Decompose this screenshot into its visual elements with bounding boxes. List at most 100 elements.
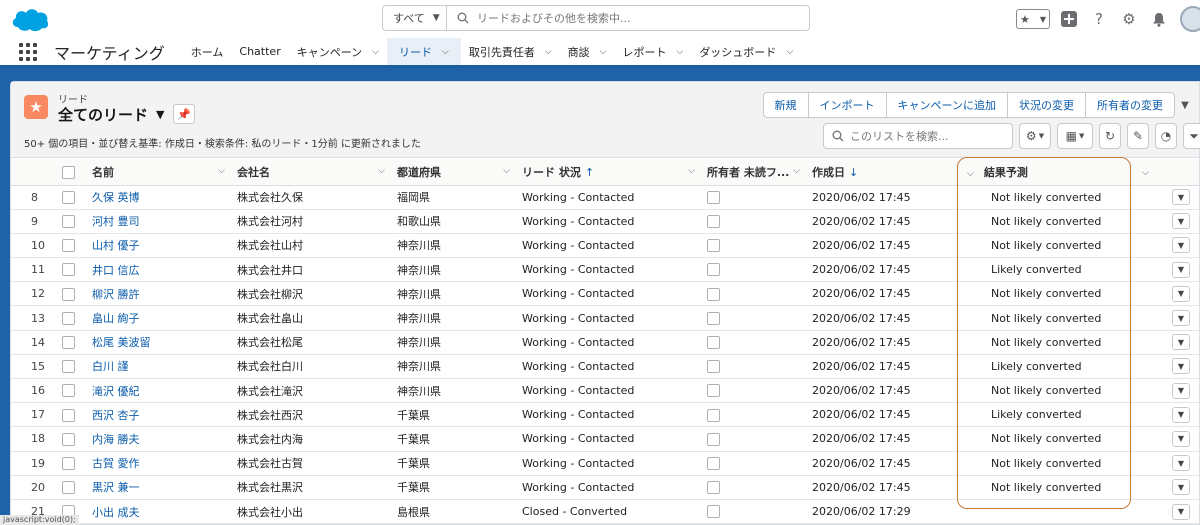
refresh-button[interactable]: ↻ bbox=[1099, 123, 1121, 149]
row-action-menu-button[interactable]: ▼ bbox=[1172, 334, 1190, 351]
lead-name-link[interactable]: 畠山 絢子 bbox=[86, 305, 231, 331]
row-select-cell bbox=[56, 209, 86, 234]
charts-button[interactable]: ◔ bbox=[1155, 123, 1177, 149]
row-checkbox[interactable] bbox=[62, 384, 75, 398]
avatar[interactable] bbox=[1180, 6, 1200, 32]
global-create-button[interactable] bbox=[1058, 8, 1080, 30]
lead-name-link[interactable]: 白川 謹 bbox=[86, 354, 231, 380]
notifications-button[interactable] bbox=[1148, 8, 1170, 30]
chevron-down-icon[interactable]: ⌵ bbox=[378, 166, 385, 176]
chevron-down-icon[interactable]: ⌵ bbox=[676, 47, 683, 57]
header-owner-unread[interactable]: 所有者 未読フ... ⌵ bbox=[701, 159, 806, 186]
row-checkbox[interactable] bbox=[62, 311, 75, 325]
lead-name-link[interactable]: 松尾 美波留 bbox=[86, 330, 231, 355]
filter-button[interactable]: ⏷ bbox=[1183, 123, 1200, 149]
app-launcher-button[interactable] bbox=[8, 38, 48, 65]
favorites-button[interactable]: ★ ▼ bbox=[1016, 9, 1050, 29]
nav-item-campaigns[interactable]: キャンペーン ⌵ bbox=[289, 38, 387, 65]
help-button[interactable]: ? bbox=[1088, 8, 1110, 30]
lead-name-link[interactable]: 滝沢 優紀 bbox=[86, 378, 231, 404]
header-prefecture[interactable]: 都道府県 ⌵ bbox=[391, 159, 516, 186]
chevron-down-icon[interactable]: ⌵ bbox=[442, 47, 449, 57]
row-action-menu-button[interactable]: ▼ bbox=[1172, 503, 1190, 520]
pin-list-view-button[interactable]: 📌 bbox=[173, 104, 195, 124]
list-search-input[interactable] bbox=[850, 129, 1000, 143]
lead-name-link[interactable]: 黒沢 兼一 bbox=[86, 475, 231, 500]
list-settings-button[interactable]: ⚙ ▼ bbox=[1019, 123, 1051, 149]
edit-list-button[interactable]: ✎ bbox=[1127, 123, 1149, 149]
chevron-down-icon[interactable]: ⌵ bbox=[503, 166, 510, 176]
row-checkbox[interactable] bbox=[62, 408, 75, 422]
row-checkbox[interactable] bbox=[62, 215, 75, 229]
chevron-down-icon[interactable]: ⌵ bbox=[545, 47, 552, 57]
chevron-down-icon[interactable]: ⌵ bbox=[1142, 168, 1149, 178]
row-checkbox[interactable] bbox=[62, 190, 75, 204]
row-checkbox[interactable] bbox=[62, 335, 75, 349]
change-status-button[interactable]: 状況の変更 bbox=[1007, 92, 1086, 118]
nav-item-chatter[interactable]: Chatter bbox=[231, 38, 288, 65]
lead-name-link[interactable]: 柳沢 勝許 bbox=[86, 281, 231, 307]
global-search-input[interactable] bbox=[477, 11, 777, 25]
chevron-down-icon[interactable]: ⌵ bbox=[967, 169, 974, 179]
search-scope-select[interactable]: すべて ▼ bbox=[383, 6, 447, 30]
lead-name-link[interactable]: 西沢 杏子 bbox=[86, 402, 231, 428]
row-checkbox[interactable] bbox=[62, 360, 75, 374]
lead-name-link[interactable]: 山村 優子 bbox=[86, 233, 231, 259]
table-header-row: 名前 ⌵ 会社名 ⌵ 都道府県 ⌵ リード 状況 ↑ ⌵ 所有者 未読フ... ⌵ 作成日 ↓… bbox=[11, 159, 1199, 186]
lead-name-link[interactable]: 久保 英博 bbox=[86, 185, 231, 210]
change-owner-button[interactable]: 所有者の変更 bbox=[1085, 92, 1175, 118]
row-action-menu-button[interactable]: ▼ bbox=[1172, 261, 1190, 278]
row-checkbox[interactable] bbox=[62, 239, 75, 253]
row-checkbox[interactable] bbox=[62, 287, 75, 301]
row-checkbox[interactable] bbox=[62, 432, 75, 446]
nav-item-leads[interactable]: リード ⌵ bbox=[387, 38, 461, 68]
lead-name-link[interactable]: 内海 勝夫 bbox=[86, 426, 231, 452]
row-action-menu-button[interactable]: ▼ bbox=[1172, 479, 1190, 496]
row-action-menu-button[interactable]: ▼ bbox=[1172, 310, 1190, 327]
lead-name-link[interactable]: 河村 豊司 bbox=[86, 209, 231, 234]
row-checkbox[interactable] bbox=[62, 481, 75, 495]
chevron-down-icon[interactable]: ⌵ bbox=[372, 47, 379, 57]
chevron-down-icon[interactable]: ⌵ bbox=[600, 47, 607, 57]
row-action-menu-button[interactable]: ▼ bbox=[1172, 430, 1190, 447]
import-button[interactable]: インポート bbox=[807, 92, 887, 118]
display-as-button[interactable]: ▦ ▼ bbox=[1057, 123, 1093, 149]
row-checkbox[interactable] bbox=[62, 263, 75, 277]
nav-item-dashboards[interactable]: ダッシュボード ⌵ bbox=[691, 38, 801, 65]
nav-item-reports[interactable]: レポート ⌵ bbox=[614, 38, 691, 65]
header-prediction[interactable]: ⌵ 結果予測 bbox=[961, 159, 1136, 186]
row-checkbox[interactable] bbox=[62, 456, 75, 470]
chevron-down-icon[interactable]: ⌵ bbox=[218, 166, 225, 176]
add-to-campaign-button[interactable]: キャンペーンに追加 bbox=[885, 92, 1008, 118]
row-action-menu-button[interactable]: ▼ bbox=[1172, 285, 1190, 302]
nav-item-opportunities[interactable]: 商談 ⌵ bbox=[560, 38, 615, 65]
nav-item-home[interactable]: ホーム bbox=[183, 38, 232, 65]
lead-name-link[interactable]: 小出 成夫 bbox=[86, 499, 231, 525]
salesforce-logo-icon[interactable] bbox=[10, 5, 50, 33]
row-action-menu-button[interactable]: ▼ bbox=[1172, 406, 1190, 423]
row-number: 16 bbox=[11, 378, 56, 404]
owner-unread-cell bbox=[701, 305, 806, 331]
row-action-menu-button[interactable]: ▼ bbox=[1172, 358, 1190, 375]
select-all-checkbox[interactable] bbox=[62, 165, 75, 179]
lead-name-link[interactable]: 井口 信広 bbox=[86, 257, 231, 283]
header-company[interactable]: 会社名 ⌵ bbox=[231, 159, 391, 186]
header-lead-status[interactable]: リード 状況 ↑ ⌵ bbox=[516, 159, 701, 186]
chevron-down-icon[interactable]: ⌵ bbox=[786, 47, 793, 57]
chevron-down-icon[interactable]: ⌵ bbox=[688, 166, 695, 176]
more-actions-button[interactable]: ▼ bbox=[1175, 92, 1195, 118]
row-action-menu-button[interactable]: ▼ bbox=[1172, 213, 1190, 230]
chevron-down-icon[interactable]: ⌵ bbox=[793, 166, 800, 176]
lead-name-link[interactable]: 古賀 愛作 bbox=[86, 451, 231, 476]
header-created-date[interactable]: 作成日 ↓ bbox=[806, 159, 961, 186]
row-action-menu-button[interactable]: ▼ bbox=[1172, 382, 1190, 399]
row-action-menu-button[interactable]: ▼ bbox=[1172, 455, 1190, 472]
row-action-menu-button[interactable]: ▼ bbox=[1172, 189, 1190, 206]
setup-button[interactable]: ⚙ bbox=[1118, 8, 1140, 30]
header-name[interactable]: 名前 ⌵ bbox=[86, 159, 231, 186]
nav-item-contacts[interactable]: 取引先責任者 ⌵ bbox=[461, 38, 560, 65]
header-prediction-menu[interactable]: ⌵ bbox=[1136, 159, 1166, 186]
list-view-selector[interactable]: 全てのリード ▼ bbox=[58, 104, 164, 125]
row-action-menu-button[interactable]: ▼ bbox=[1172, 237, 1190, 254]
new-button[interactable]: 新規 bbox=[762, 92, 809, 118]
